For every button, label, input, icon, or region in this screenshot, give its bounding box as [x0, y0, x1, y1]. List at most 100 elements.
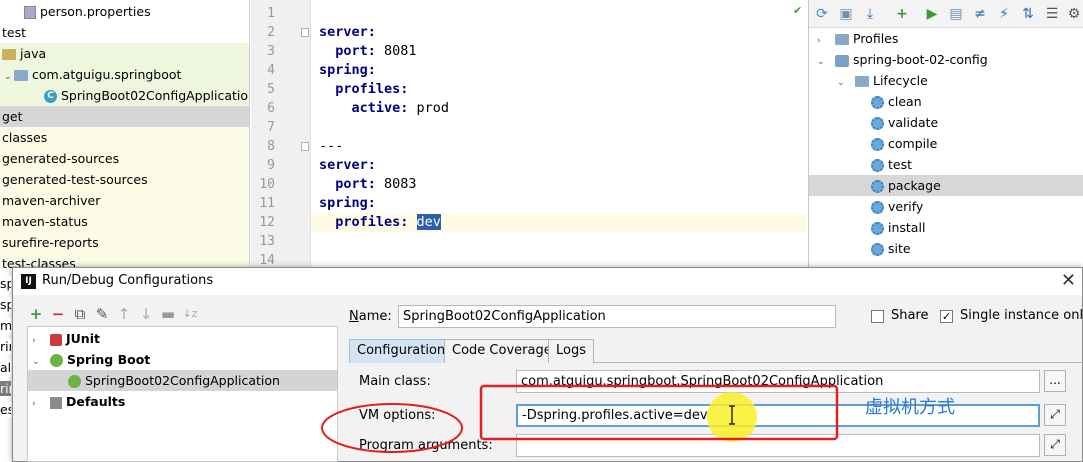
lifecycle-goal-icon	[871, 138, 884, 151]
code-line[interactable]: port: 8081	[319, 42, 416, 61]
project-tree-item[interactable]: generated-sources	[0, 148, 249, 169]
project-tree-item[interactable]: C SpringBoot02ConfigApplicationT	[0, 85, 250, 106]
browse-main-class-button[interactable]: ...	[1044, 370, 1066, 392]
show-dependencies-icon[interactable]: ⇅	[1019, 5, 1037, 23]
obscured-tree-label: rin	[0, 381, 11, 396]
move-up-icon[interactable]: ↑	[115, 304, 133, 324]
copy-config-icon[interactable]: ⧉	[71, 304, 89, 324]
code-line[interactable]: active: prod	[319, 99, 450, 118]
project-tree-item[interactable]: test-classes	[0, 253, 249, 268]
vm-options-label: VM options:	[359, 408, 436, 423]
config-tree-item-label: JUnit	[66, 331, 100, 346]
line-number: 1	[267, 6, 275, 21]
skip-tests-icon[interactable]: ⚡	[995, 5, 1013, 23]
project-tree-item[interactable]: test	[0, 22, 249, 43]
maven-tree-item[interactable]: test	[809, 154, 1083, 175]
tab-logs[interactable]: Logs	[548, 339, 594, 363]
yaml-editor[interactable]: 1 2 3 4 5 6 7 8 9 10 11 12 13 14 ✔ server: port: 8081…	[251, 0, 807, 268]
maven-tree-item-label: spring-boot-02-config	[853, 52, 988, 67]
maven-tree-item[interactable]: site	[809, 238, 1083, 259]
move-down-icon[interactable]: ↓	[137, 304, 155, 324]
chevron-right-icon[interactable]: ›	[32, 394, 42, 415]
project-tree-item-label: SpringBoot02ConfigApplicationT	[61, 88, 250, 103]
maven-tree-item[interactable]: package	[809, 175, 1083, 196]
maven-tree-item[interactable]: verify	[809, 196, 1083, 217]
program-arguments-field[interactable]	[516, 434, 1040, 457]
yaml-value: prod	[408, 100, 450, 116]
project-tree-item[interactable]: get	[0, 106, 249, 127]
spring-boot-icon	[50, 354, 63, 367]
wrench-icon[interactable]: ✎	[93, 304, 111, 324]
project-tree-item-label: maven-archiver	[2, 193, 101, 208]
maven-tree-item[interactable]: compile	[809, 133, 1083, 154]
run-icon[interactable]: ▶	[923, 5, 941, 23]
config-tree-item[interactable]: ⌄ Spring Boot	[28, 349, 337, 370]
project-tree-item[interactable]: java	[0, 43, 249, 64]
config-tree-item-label: Defaults	[66, 394, 126, 409]
single-instance-checkbox[interactable]: ✓	[940, 310, 953, 323]
config-tree-item[interactable]: SpringBoot02ConfigApplication	[28, 370, 337, 391]
maven-tree-item[interactable]: ⌄ spring-boot-02-config	[809, 49, 1083, 70]
code-line[interactable]: port: 8083	[319, 175, 416, 194]
main-class-field[interactable]: com.atguigu.springboot.SpringBoot02Confi…	[516, 370, 1040, 393]
code-line[interactable]: profiles: dev	[319, 213, 441, 232]
lifecycle-goal-icon	[871, 201, 884, 214]
project-tree-item[interactable]: ⌄ com.atguigu.springboot	[0, 64, 249, 85]
project-tree-item[interactable]: classes	[0, 127, 249, 148]
single-instance-label: Single instance only	[960, 308, 1083, 323]
maven-tree-item[interactable]: › Profiles	[809, 28, 1083, 49]
code-line[interactable]: spring:	[319, 194, 376, 213]
settings-icon[interactable]: ⚙	[1065, 5, 1083, 23]
config-tree-item[interactable]: › Defaults	[28, 391, 337, 412]
reimport-icon[interactable]: ⟳	[813, 5, 831, 23]
fold-marker-icon[interactable]	[301, 142, 309, 151]
selected-text: dev	[416, 214, 441, 230]
code-line[interactable]: server:	[319, 156, 376, 175]
download-icon[interactable]: ⤓	[861, 5, 879, 23]
config-tree-item-label: Spring Boot	[67, 352, 151, 367]
project-tree-item[interactable]: surefire-reports	[0, 232, 249, 253]
add-icon[interactable]: +	[893, 5, 911, 23]
tab-code-coverage[interactable]: Code Coverage	[444, 339, 560, 363]
lifecycle-goal-icon	[871, 222, 884, 235]
configuration-tree: › JUnit ⌄ Spring Boot SpringBoot02ConfigAppl…	[27, 326, 338, 462]
project-tree-item[interactable]: maven-status	[0, 211, 249, 232]
project-tree-item[interactable]: person.properties	[0, 1, 249, 22]
project-tree-item[interactable]: generated-test-sources	[0, 169, 249, 190]
toggle-offline-icon[interactable]: ≠	[971, 5, 989, 23]
line-number: 12	[259, 215, 275, 230]
code-line[interactable]: spring:	[319, 61, 376, 80]
program-arguments-label: Program arguments:	[359, 438, 493, 453]
line-number: 11	[259, 196, 275, 211]
fold-marker-icon[interactable]	[301, 28, 309, 37]
config-tree-item[interactable]: › JUnit	[28, 328, 337, 349]
project-tree-panel: person.properties test java ⌄ com.atguigu.sp…	[0, 0, 250, 268]
remove-config-icon[interactable]: −	[49, 304, 67, 324]
folder-icon	[835, 34, 849, 45]
folder-icon	[855, 76, 869, 87]
close-icon[interactable]: ✕	[1061, 270, 1076, 291]
maven-tree-item[interactable]: validate	[809, 112, 1083, 133]
maven-tree-item[interactable]: clean	[809, 91, 1083, 112]
project-tree-item[interactable]: maven-archiver	[0, 190, 249, 211]
name-field[interactable]: SpringBoot02ConfigApplication	[398, 305, 836, 328]
code-line[interactable]: profiles:	[319, 80, 408, 99]
folder-icon[interactable]: ▬	[159, 304, 177, 324]
collapse-all-icon[interactable]: ☰	[1043, 5, 1061, 23]
maven-tree-item[interactable]: ⌄ Lifecycle	[809, 70, 1083, 91]
vm-options-field[interactable]: -Dspring.profiles.active=dev	[516, 404, 1040, 427]
tab-configuration[interactable]: Configuration	[349, 339, 454, 363]
share-checkbox[interactable]	[871, 310, 884, 323]
maven-tree-item[interactable]: install	[809, 217, 1083, 238]
maven-tree-item-label: compile	[888, 136, 938, 151]
expand-program-arguments-button[interactable]: ⤢	[1044, 434, 1066, 456]
sort-icon[interactable]: ↓z	[181, 304, 199, 324]
intellij-app-icon: IJ	[21, 274, 36, 289]
config-toolbar: + − ⧉ ✎ ↑ ↓ ▬ ↓z	[27, 304, 242, 326]
code-line[interactable]: server:	[319, 23, 376, 42]
expand-vm-options-button[interactable]: ⤢	[1044, 404, 1066, 426]
generate-sources-icon[interactable]: ▣	[837, 5, 855, 23]
code-line[interactable]: ---	[319, 137, 343, 156]
run-config-icon[interactable]: ▤	[947, 5, 965, 23]
add-config-icon[interactable]: +	[27, 304, 45, 324]
